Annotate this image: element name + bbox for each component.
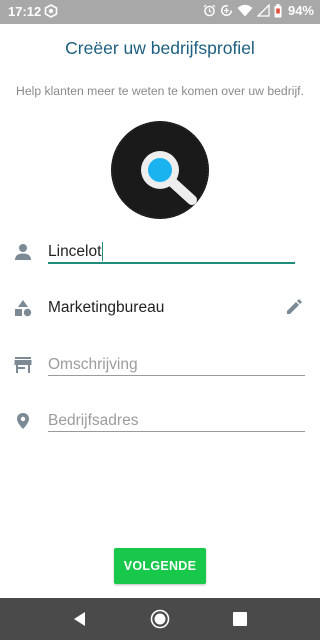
status-icons: 94%: [203, 3, 314, 18]
category-row: Marketingbureau: [0, 288, 320, 328]
address-row: [0, 400, 320, 440]
wifi-icon: [237, 4, 253, 17]
business-name-input[interactable]: [48, 242, 288, 262]
data-saver-icon: [220, 4, 233, 17]
recent-apps-icon[interactable]: [230, 609, 250, 629]
description-input[interactable]: [48, 355, 303, 375]
storefront-icon: [14, 357, 32, 373]
text-cursor: [102, 242, 103, 261]
back-icon[interactable]: [70, 609, 90, 629]
business-address-underline: [48, 431, 305, 432]
name-row: [0, 232, 320, 272]
battery-percent: 94%: [287, 3, 314, 18]
alarm-icon: [203, 4, 216, 17]
status-bar: 17:12 94%: [0, 0, 320, 24]
description-row: [0, 344, 320, 384]
search-logo-icon[interactable]: [110, 120, 210, 220]
app-hexagon-icon: [44, 4, 58, 18]
home-icon[interactable]: [150, 609, 170, 629]
page-subtitle: Help klanten meer te weten te komen over…: [16, 84, 304, 98]
next-button[interactable]: VOLGENDE: [114, 548, 206, 584]
navigation-bar: [0, 598, 320, 640]
edit-pencil-icon[interactable]: [285, 298, 303, 316]
battery-icon: [274, 3, 282, 17]
page-title: Creëer uw bedrijfsprofiel: [65, 38, 255, 58]
business-name-underline: [48, 262, 295, 264]
location-pin-icon: [17, 413, 29, 429]
description-underline: [48, 375, 305, 376]
signal-icon: [256, 4, 270, 17]
business-category-value[interactable]: Marketingbureau: [48, 299, 164, 317]
shapes-icon: [15, 300, 32, 317]
status-time: 17:12: [8, 4, 42, 19]
business-address-input[interactable]: [48, 411, 303, 431]
person-icon: [15, 244, 31, 260]
